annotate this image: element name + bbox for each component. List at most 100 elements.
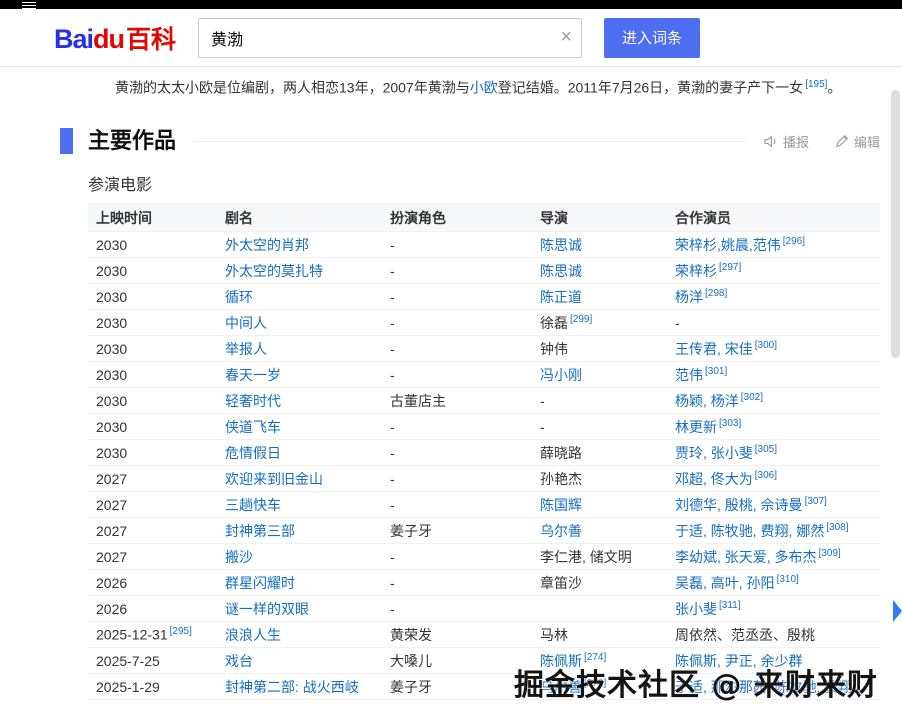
table-header-row: 上映时间 剧名 扮演角色 导演 合作演员 [88, 204, 880, 232]
movie-link[interactable]: 群星闪耀时 [225, 575, 295, 591]
costars-names[interactable]: 张小斐 [675, 601, 717, 617]
cell-title: 轻奢时代 [217, 388, 382, 414]
cell-title: 举报人 [217, 336, 382, 362]
broadcast-button[interactable]: 播报 [763, 132, 809, 151]
director-name[interactable]: 冯小刚 [540, 367, 582, 383]
ref-195[interactable]: [195] [805, 79, 827, 90]
enter-entry-button[interactable]: 进入词条 [604, 18, 700, 58]
costars-names[interactable]: 李幼斌, 张天爱, 多布杰 [675, 549, 817, 565]
watermark-text: 掘金技术社区 @ 来财来财 [514, 660, 878, 704]
edit-label: 编辑 [854, 132, 880, 151]
menu-icon[interactable] [22, 2, 36, 3]
director-name[interactable]: 乌尔善 [540, 523, 582, 539]
costars-names[interactable]: 荣梓杉 [675, 263, 717, 279]
movie-link[interactable]: 封神第三部 [225, 523, 295, 539]
cell-costars: 王传君, 宋佳[300] [667, 336, 880, 362]
movie-link[interactable]: 危情假日 [225, 445, 281, 461]
costars-ref[interactable]: [298] [705, 288, 727, 299]
costars-ref[interactable]: [301] [705, 366, 727, 377]
movie-link[interactable]: 举报人 [225, 341, 267, 357]
director-name[interactable]: 陈正道 [540, 289, 582, 305]
costars-ref[interactable]: [306] [755, 470, 777, 481]
costars-names[interactable]: 荣梓杉,姚晨,范伟 [675, 237, 781, 253]
costars-ref[interactable]: [303] [719, 418, 741, 429]
xiaoou-link[interactable]: 小欧 [470, 80, 498, 96]
costars-names[interactable]: 杨颖, 杨洋 [675, 393, 739, 409]
costars-ref[interactable]: [309] [819, 548, 841, 559]
costars-names[interactable]: 于适, 陈牧驰, 费翔, 娜然 [675, 523, 824, 539]
costars-names[interactable]: 邓超, 佟大为 [675, 471, 753, 487]
director-name: 徐磊 [540, 315, 568, 331]
release-date: 2030 [96, 237, 127, 253]
cell-costars: 杨洋[298] [667, 284, 880, 310]
search-input[interactable] [198, 18, 582, 58]
movie-link[interactable]: 欢迎来到旧金山 [225, 471, 323, 487]
movie-link[interactable]: 循环 [225, 289, 253, 305]
cell-release-date: 2027 [88, 518, 217, 544]
top-black-bar [0, 0, 902, 9]
costars-names[interactable]: 贾玲, 张小斐 [675, 445, 753, 461]
role-text: - [390, 237, 395, 253]
film-subsection-title: 参演电影 [88, 171, 152, 195]
edit-button[interactable]: 编辑 [835, 132, 880, 151]
movie-link[interactable]: 侠道飞车 [225, 419, 281, 435]
costars-ref[interactable]: [308] [826, 522, 848, 533]
intro-text-end: 。 [827, 80, 841, 96]
cell-release-date: 2030 [88, 258, 217, 284]
table-row: 2030 循环 - 陈正道 杨洋[298] [88, 284, 880, 310]
scrollbar-thumb[interactable] [891, 90, 900, 358]
clear-icon[interactable]: × [560, 26, 572, 48]
table-row: 2026 谜一样的双眼 - 张小斐[311] [88, 596, 880, 622]
movie-link[interactable]: 谜一样的双眼 [225, 601, 309, 617]
costars-names[interactable]: 林更新 [675, 419, 717, 435]
cell-title: 侠道飞车 [217, 414, 382, 440]
cell-director: 陈思诚 [532, 232, 667, 258]
cell-director: 徐磊[299] [532, 310, 667, 336]
role-text: - [390, 289, 395, 305]
costars-names[interactable]: 范伟 [675, 367, 703, 383]
costars-names[interactable]: 吴磊, 高叶, 孙阳 [675, 575, 775, 591]
costars-ref[interactable]: [307] [805, 496, 827, 507]
movie-link[interactable]: 封神第二部: 战火西岐 [225, 679, 359, 695]
costars-ref[interactable]: [311] [719, 600, 741, 611]
col-role: 扮演角色 [382, 204, 532, 232]
date-ref[interactable]: [295] [170, 626, 192, 637]
cell-director [532, 596, 667, 622]
movie-link[interactable]: 轻奢时代 [225, 393, 281, 409]
costars-ref[interactable]: [310] [777, 574, 799, 585]
costars-ref[interactable]: [296] [783, 236, 805, 247]
intro-text-after: 登记结婚。2011年7月26日，黄渤的妻子产下一女 [498, 80, 803, 96]
release-date: 2027 [96, 497, 127, 513]
cell-role: - [382, 258, 532, 284]
costars-ref[interactable]: [297] [719, 262, 741, 273]
movie-link[interactable]: 三趟快车 [225, 497, 281, 513]
costars-ref[interactable]: [302] [741, 392, 763, 403]
movie-link[interactable]: 浪浪人生 [225, 627, 281, 643]
costars-names[interactable]: 刘德华, 殷桃, 佘诗曼 [675, 497, 803, 513]
logo-text-bai: Bai [54, 24, 93, 54]
movie-link[interactable]: 外太空的肖邦 [225, 237, 309, 253]
cell-costars: 李幼斌, 张天爱, 多布杰[309] [667, 544, 880, 570]
costars-names[interactable]: 王传君, 宋佳 [675, 341, 753, 357]
section-actions: 播报 编辑 [763, 132, 880, 151]
costars-ref[interactable]: [305] [755, 444, 777, 455]
cell-release-date: 2030 [88, 336, 217, 362]
costars-names: 周依然、范丞丞、殷桃 [675, 627, 815, 643]
side-panel-arrow-icon[interactable] [893, 600, 902, 622]
movie-link[interactable]: 春天一岁 [225, 367, 281, 383]
movie-link[interactable]: 戏台 [225, 653, 253, 669]
cell-role: - [382, 310, 532, 336]
baidu-baike-logo[interactable]: Baidu百科 [54, 20, 176, 56]
movie-link[interactable]: 外太空的莫扎特 [225, 263, 323, 279]
director-name[interactable]: 陈思诚 [540, 237, 582, 253]
director-name[interactable]: 陈思诚 [540, 263, 582, 279]
costars-ref[interactable]: [300] [755, 340, 777, 351]
director-name[interactable]: 陈国辉 [540, 497, 582, 513]
movie-link[interactable]: 中间人 [225, 315, 267, 331]
table-row: 2026 群星闪耀时 - 章笛沙 吴磊, 高叶, 孙阳[310] [88, 570, 880, 596]
cell-title: 封神第二部: 战火西岐 [217, 674, 382, 700]
director-ref[interactable]: [299] [570, 314, 592, 325]
movie-link[interactable]: 搬沙 [225, 549, 253, 565]
cell-director: 冯小刚 [532, 362, 667, 388]
costars-names[interactable]: 杨洋 [675, 289, 703, 305]
